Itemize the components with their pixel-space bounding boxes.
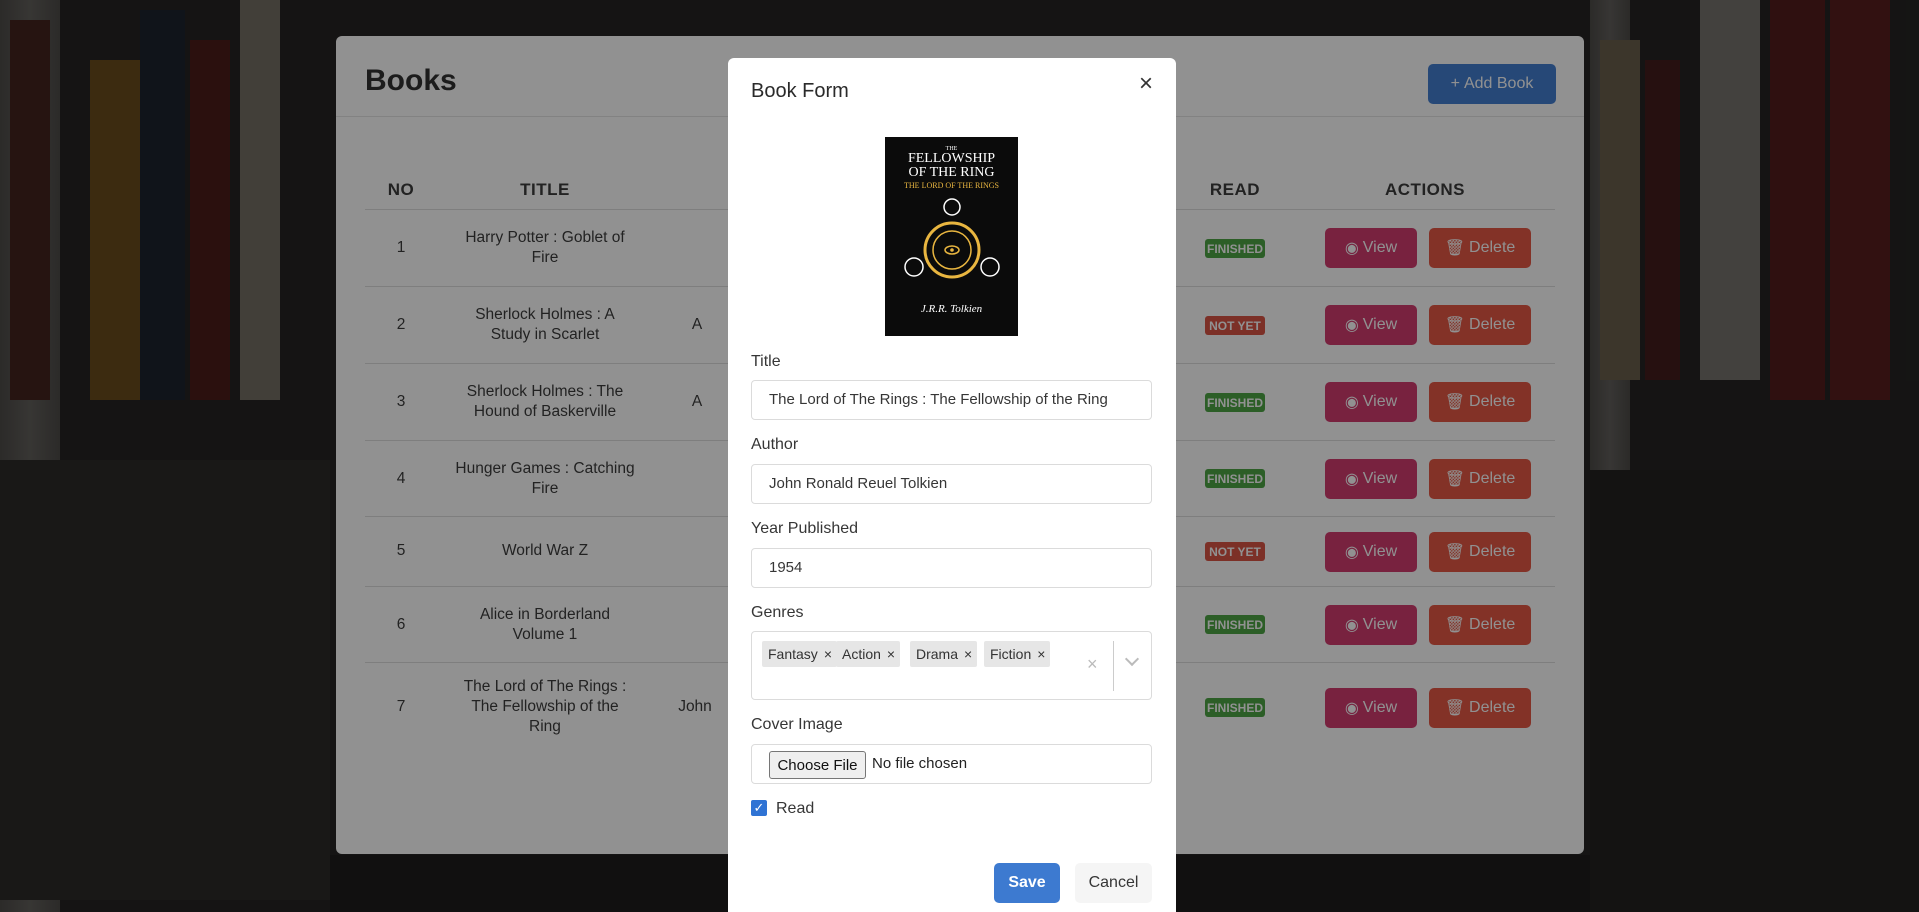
title-label: Title	[751, 353, 781, 370]
choose-file-button[interactable]: Choose File	[769, 751, 866, 779]
cover-subtitle: THE LORD OF THE RINGS	[904, 181, 999, 190]
genre-chip-label: Action	[842, 646, 881, 662]
genre-chip-label: Drama	[916, 646, 959, 662]
save-button[interactable]: Save	[994, 863, 1060, 903]
cover-text-line2: OF THE RING	[908, 165, 995, 180]
cover-file-input[interactable]: Choose File No file chosen	[751, 744, 1152, 784]
read-checkbox[interactable]: ✓	[751, 800, 767, 816]
genre-chip-label: Fantasy	[768, 646, 818, 662]
genre-chip: Fiction ×	[984, 641, 1051, 667]
author-field[interactable]: John Ronald Reuel Tolkien	[751, 464, 1152, 504]
remove-icon[interactable]: ×	[881, 646, 900, 662]
remove-icon[interactable]: ×	[1031, 646, 1050, 662]
remove-icon[interactable]: ×	[818, 646, 837, 662]
genre-chip: Fantasy ×	[762, 641, 837, 667]
file-status: No file chosen	[872, 755, 968, 772]
chevron-down-icon[interactable]	[1124, 651, 1140, 667]
title-field[interactable]: The Lord of The Rings : The Fellowship o…	[751, 380, 1152, 420]
cover-image-label: Cover Image	[751, 716, 843, 733]
clear-all-icon[interactable]: ×	[1087, 654, 1098, 675]
cancel-button[interactable]: Cancel	[1075, 863, 1152, 903]
modal-title: Book Form	[751, 80, 849, 102]
cover-signature: J.R.R. Tolkien	[920, 303, 983, 315]
book-form-modal: Book Form × THE FELLOWSHIP OF THE RING T…	[728, 58, 1176, 912]
cover-image-preview: THE FELLOWSHIP OF THE RING THE LORD OF T…	[885, 137, 1018, 336]
remove-icon[interactable]: ×	[958, 646, 977, 662]
genre-chip-label: Fiction	[990, 646, 1032, 662]
genres-label: Genres	[751, 604, 804, 621]
author-label: Author	[751, 436, 799, 453]
indicator-separator	[1113, 641, 1114, 691]
year-field[interactable]: 1954	[751, 548, 1152, 588]
close-icon[interactable]: ×	[1134, 72, 1158, 96]
genre-chip: Drama ×	[910, 641, 978, 667]
cover-text-line1: FELLOWSHIP	[907, 151, 996, 166]
read-label: Read	[776, 800, 815, 817]
ring-emblem-icon	[904, 198, 1000, 279]
genre-chip: Action ×	[836, 641, 901, 667]
year-label: Year Published	[751, 520, 859, 537]
genres-multiselect[interactable]: Fantasy × Action × Drama × Fiction × ×	[751, 631, 1152, 700]
